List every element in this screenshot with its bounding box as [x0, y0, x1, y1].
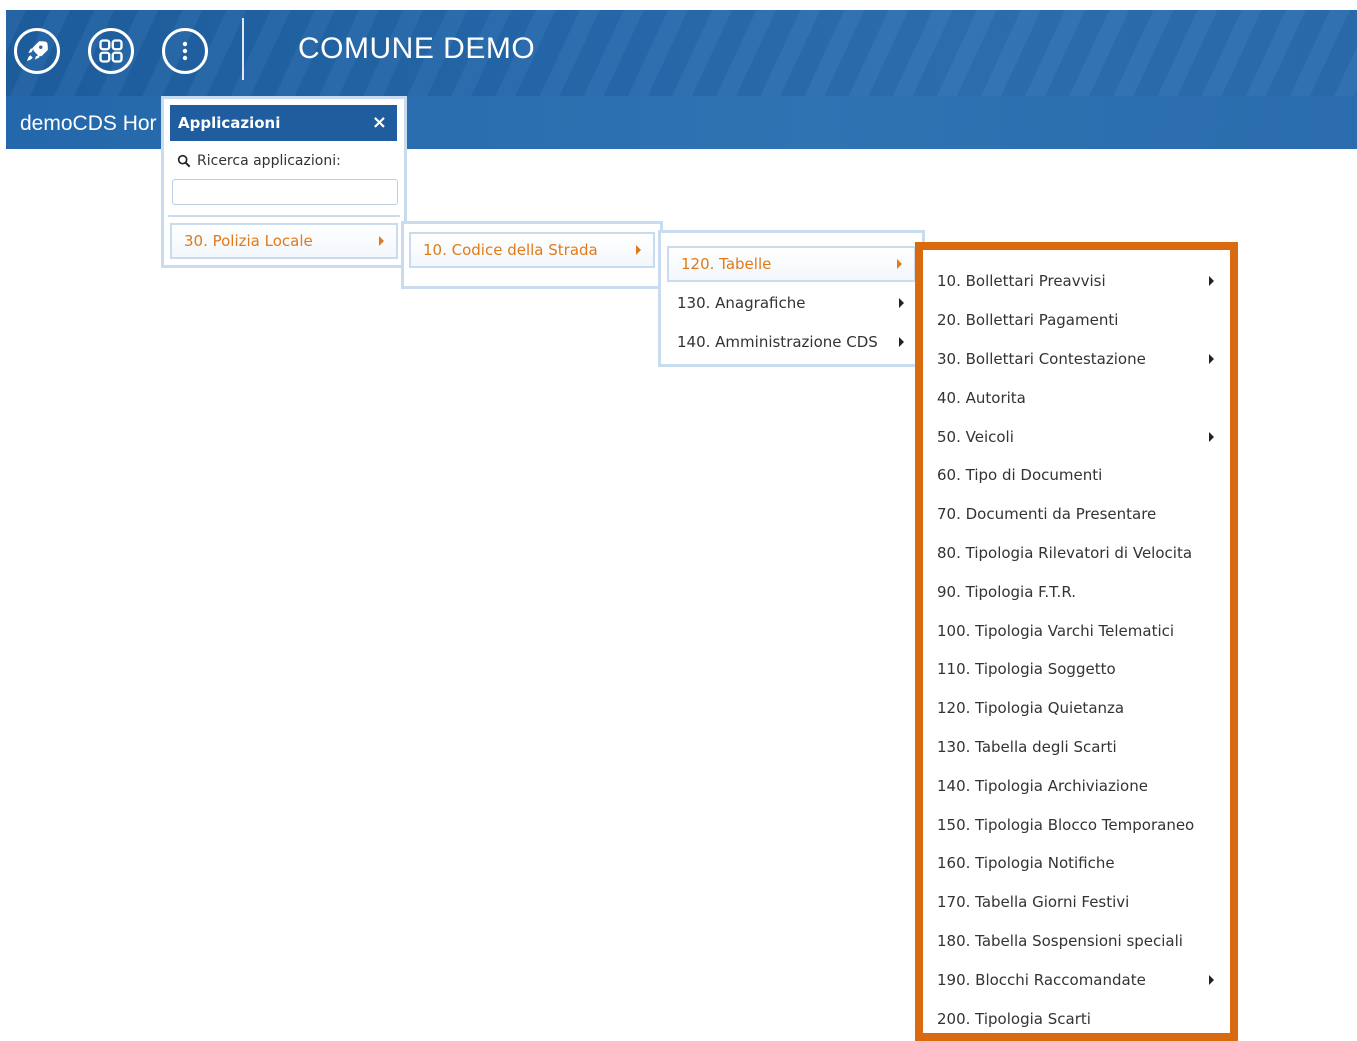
menu-item-level4[interactable]: 180. Tabella Sospensioni speciali — [923, 922, 1230, 961]
menu-item-level4[interactable]: 120. Tipologia Quietanza — [923, 689, 1230, 728]
menu-item-label: 140. Tipologia Archiviazione — [937, 776, 1148, 795]
apps-grid-icon — [99, 39, 123, 63]
close-icon[interactable]: × — [372, 112, 387, 133]
menu-item-label: 20. Bollettari Pagamenti — [937, 311, 1119, 330]
menu-item-codice-strada[interactable]: 10. Codice della Strada — [409, 232, 655, 268]
menu-item-level4[interactable]: 190. Blocchi Raccomandate — [923, 960, 1230, 999]
panel-divider — [168, 215, 400, 217]
menu-item-label: 50. Veicoli — [937, 427, 1014, 446]
menu-item-level4[interactable]: 140. Tipologia Archiviazione — [923, 766, 1230, 805]
submenu-arrow-icon — [899, 337, 904, 347]
menu-item-label: 190. Blocchi Raccomandate — [937, 970, 1146, 989]
menu-item-label: 60. Tipo di Documenti — [937, 466, 1103, 485]
header-texture — [6, 10, 1357, 96]
menu-item-label: 130. Anagrafiche — [677, 294, 806, 312]
menu-item-amministrazione-cds[interactable]: 140. Amministrazione CDS — [665, 324, 916, 360]
submenu-level2: 10. Codice della Strada — [401, 221, 663, 289]
menu-item-level4[interactable]: 80. Tipologia Rilevatori di Velocita — [923, 534, 1230, 573]
menu-item-level4[interactable]: 20. Bollettari Pagamenti — [923, 301, 1230, 340]
menu-item-label: 30. Bollettari Contestazione — [937, 349, 1146, 368]
menu-item-level4[interactable]: 70. Documenti da Presentare — [923, 495, 1230, 534]
submenu-arrow-icon — [899, 298, 904, 308]
menu-item-label: 160. Tipologia Notifiche — [937, 854, 1115, 873]
menu-item-label: 100. Tipologia Varchi Telematici — [937, 621, 1175, 640]
page-title: COMUNE DEMO — [298, 32, 536, 65]
menu-item-label: 10. Codice della Strada — [423, 241, 598, 259]
menu-item-level4[interactable]: 110. Tipologia Soggetto — [923, 650, 1230, 689]
menu-item-label: 110. Tipologia Soggetto — [937, 660, 1116, 679]
more-vertical-icon — [182, 41, 188, 61]
launcher-button[interactable] — [14, 28, 60, 74]
menu-item-label: 30. Polizia Locale — [184, 232, 313, 250]
menu-item-level4[interactable]: 130. Tabella degli Scarti — [923, 728, 1230, 767]
menu-item-label: 80. Tipologia Rilevatori di Velocita — [937, 543, 1193, 562]
menu-item-label: 140. Amministrazione CDS — [677, 333, 878, 351]
menu-item-label: 40. Autorita — [937, 388, 1026, 407]
menu-item-label: 200. Tipologia Scarti — [937, 1009, 1091, 1028]
menu-item-polizia-locale[interactable]: 30. Polizia Locale — [170, 223, 398, 259]
menu-item-label: 120. Tipologia Quietanza — [937, 699, 1125, 718]
applications-panel: Applicazioni × Ricerca applicazioni: 30.… — [161, 96, 407, 268]
rocket-icon — [27, 41, 48, 61]
search-icon — [177, 154, 191, 168]
menu-item-label: 130. Tabella degli Scarti — [937, 737, 1117, 756]
submenu-arrow-icon — [1209, 276, 1214, 287]
submenu-arrow-icon — [1209, 974, 1214, 985]
submenu-arrow-icon — [379, 236, 384, 246]
header-divider — [242, 18, 244, 80]
menu-item-level4[interactable]: 40. Autorita — [923, 378, 1230, 417]
menu-item-label: 90. Tipologia F.T.R. — [937, 582, 1076, 601]
submenu-arrow-icon — [1209, 353, 1214, 364]
menu-item-level4[interactable]: 150. Tipologia Blocco Temporaneo — [923, 805, 1230, 844]
submenu-arrow-icon — [636, 245, 641, 255]
menu-item-label: 150. Tipologia Blocco Temporaneo — [937, 815, 1195, 834]
menu-item-level4[interactable]: 90. Tipologia F.T.R. — [923, 572, 1230, 611]
menu-item-label: 120. Tabelle — [681, 255, 772, 273]
menu-item-level4[interactable]: 100. Tipologia Varchi Telematici — [923, 611, 1230, 650]
more-button[interactable] — [162, 28, 208, 74]
applications-panel-header: Applicazioni × — [170, 105, 397, 141]
search-label-row: Ricerca applicazioni: — [176, 153, 341, 169]
menu-item-label: 10. Bollettari Preavvisi — [937, 272, 1106, 291]
menu-item-level4[interactable]: 160. Tipologia Notifiche — [923, 844, 1230, 883]
menu-item-tabelle[interactable]: 120. Tabelle — [667, 246, 916, 282]
menu-item-level4[interactable]: 50. Veicoli — [923, 417, 1230, 456]
top-header: COMUNE DEMO — [6, 10, 1357, 96]
submenu-level3: 120. Tabelle 130. Anagrafiche 140. Ammin… — [658, 230, 925, 367]
menu-item-level4[interactable]: 30. Bollettari Contestazione — [923, 340, 1230, 379]
search-input[interactable] — [172, 179, 398, 205]
menu-item-label: 180. Tabella Sospensioni speciali — [937, 931, 1183, 950]
menu-item-label: 70. Documenti da Presentare — [937, 505, 1157, 524]
menu-item-label: 170. Tabella Giorni Festivi — [937, 893, 1130, 912]
menu-item-level4[interactable]: 170. Tabella Giorni Festivi — [923, 883, 1230, 922]
submenu-arrow-icon — [1209, 431, 1214, 442]
menu-item-level4[interactable]: 60. Tipo di Documenti — [923, 456, 1230, 495]
submenu-level4: 10. Bollettari Preavvisi 20. Bollettari P… — [915, 242, 1238, 1041]
menu-item-level4[interactable]: 10. Bollettari Preavvisi — [923, 262, 1230, 301]
submenu-arrow-icon — [897, 259, 902, 269]
menu-item-anagrafiche[interactable]: 130. Anagrafiche — [665, 285, 916, 321]
tab-home[interactable]: demoCDS Hor — [20, 112, 157, 136]
search-label: Ricerca applicazioni: — [197, 153, 341, 169]
apps-button[interactable] — [88, 28, 134, 74]
menu-item-level4[interactable]: 200. Tipologia Scarti — [923, 999, 1230, 1038]
applications-panel-title: Applicazioni — [178, 114, 281, 132]
